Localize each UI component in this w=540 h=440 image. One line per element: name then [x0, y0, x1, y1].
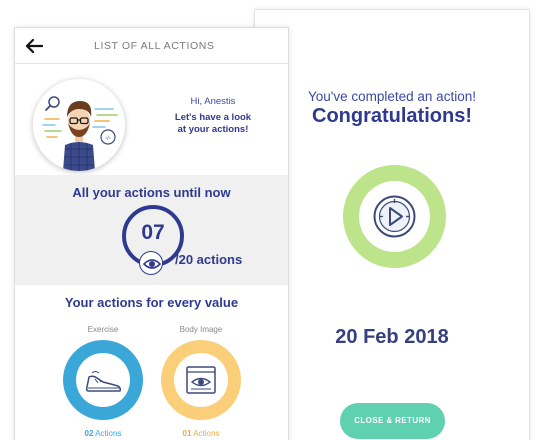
eye-window-icon: [186, 366, 216, 394]
values-title: Your actions for every value: [64, 295, 239, 310]
completion-title: Congratulations!: [312, 105, 472, 127]
value-count-body-image: 01 Actions: [161, 429, 241, 438]
actions-total: /20 actions: [175, 252, 243, 267]
completion-date: 20 Feb 2018: [335, 326, 449, 348]
play-compass-icon: [373, 195, 416, 238]
user-illustration: ‹/›: [42, 96, 118, 171]
value-count-number: 01: [182, 429, 192, 438]
completion-ring-inner: [359, 181, 430, 252]
actions-list-card: LIST OF ALL ACTIONS ‹/› Hi, Anestis Let'…: [14, 27, 289, 440]
eye-icon: [142, 259, 162, 269]
stats-title: All your actions until now: [72, 185, 231, 200]
avatar: ‹/›: [33, 79, 125, 171]
stats-section: All your actions until now 07 /20 action…: [15, 175, 288, 285]
page-title: LIST OF ALL ACTIONS: [94, 40, 215, 52]
greeting-hello: Hi, Anestis: [190, 96, 236, 107]
close-return-button[interactable]: CLOSE & RETURN: [340, 403, 445, 439]
value-ring-body-image[interactable]: [161, 340, 241, 420]
header-bar: LIST OF ALL ACTIONS: [15, 28, 288, 64]
value-count-unit: Actions: [193, 429, 220, 438]
value-count-number: 02: [84, 429, 94, 438]
view-actions-eye-icon[interactable]: [139, 251, 163, 275]
value-count-unit: Actions: [95, 429, 122, 438]
value-ring-inner: [76, 353, 130, 407]
greeting-line-2: at your actions!: [177, 124, 249, 135]
value-label-exercise: Exercise: [87, 325, 119, 334]
completion-ring: [343, 165, 446, 268]
value-label-body-image: Body Image: [179, 325, 223, 334]
completion-card: You've completed an action! Congratulati…: [254, 9, 530, 440]
value-ring-exercise[interactable]: [63, 340, 143, 420]
sneaker-icon: [85, 371, 121, 392]
value-ring-inner: [174, 353, 228, 407]
completion-subtitle: You've completed an action!: [308, 89, 476, 104]
value-count-exercise: 02 Actions: [63, 429, 143, 438]
actions-count: 07: [141, 221, 165, 244]
arrow-left-icon[interactable]: [25, 38, 43, 54]
greeting-line-1: Let's have a look: [174, 112, 252, 123]
greeting-message: Let's have a look at your actions!: [158, 112, 268, 136]
svg-text:‹/›: ‹/›: [105, 136, 111, 142]
